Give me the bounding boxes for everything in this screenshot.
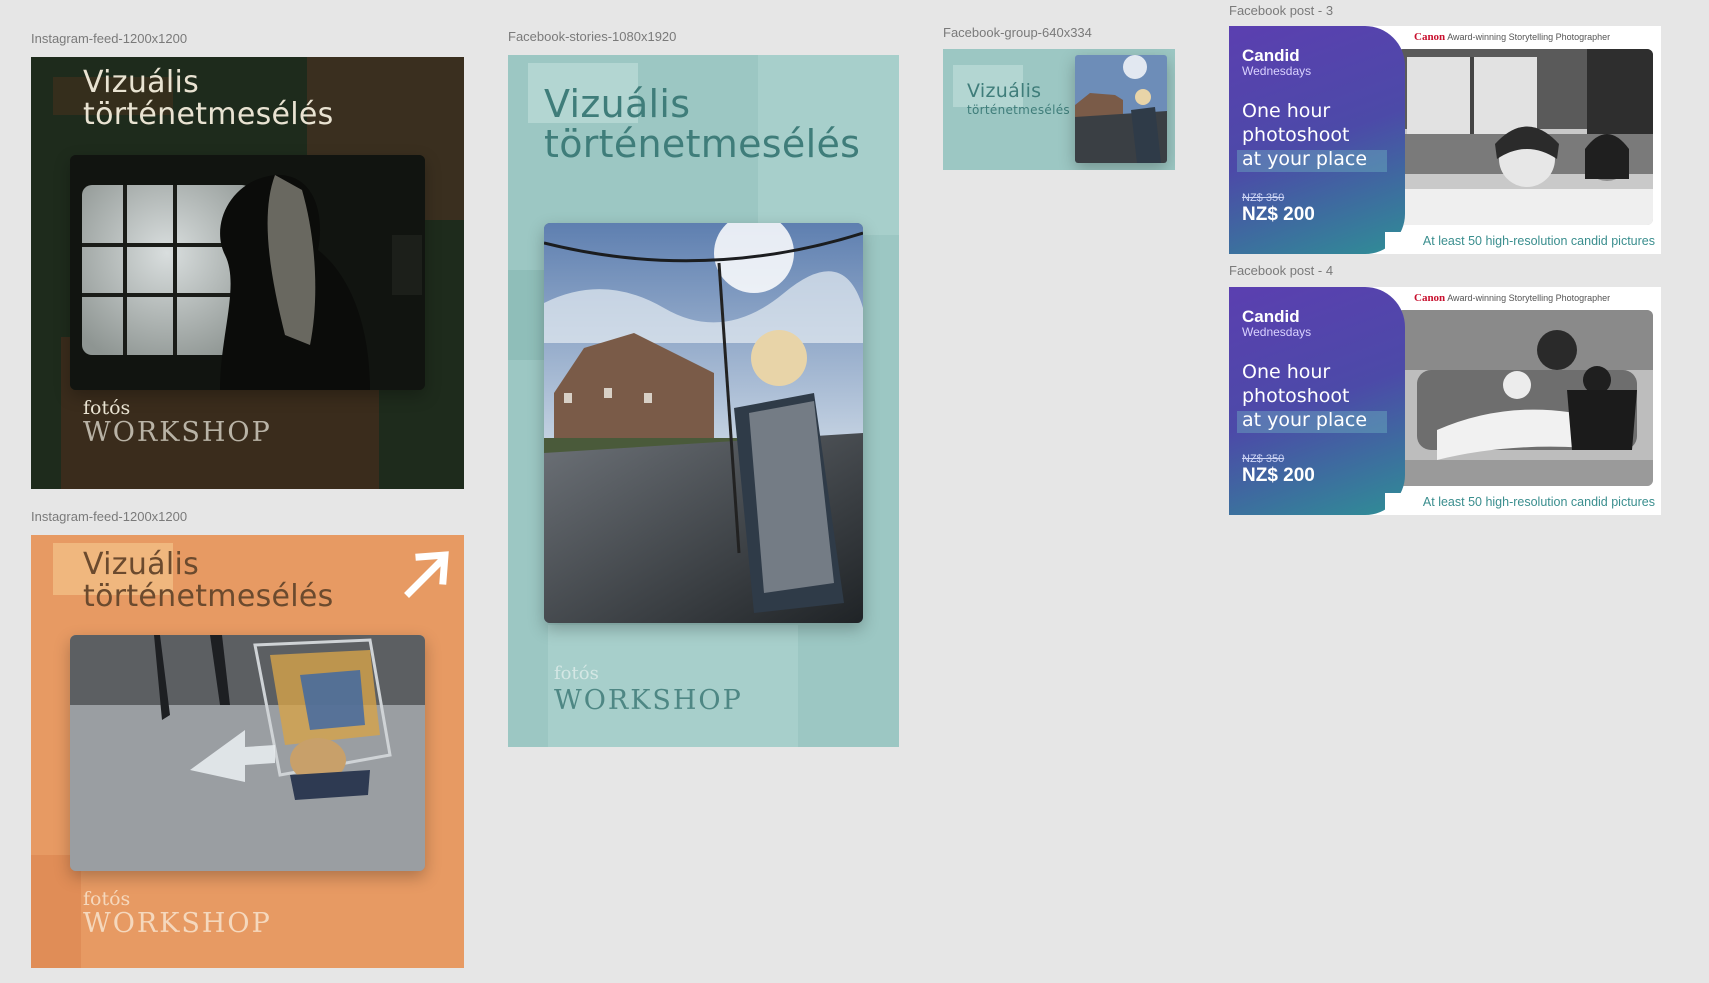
frame-title: Vizuális történetmesélés [967, 80, 1070, 117]
frame-label-instagram-feed-2[interactable]: Instagram-feed-1200x1200 [31, 509, 187, 524]
ad-headline-line-1: One hour [1242, 100, 1331, 122]
frame-title: Vizuális történetmesélés [544, 82, 861, 166]
photo-child-under-cart [70, 635, 425, 871]
photo-silhouette-window [70, 155, 425, 390]
ad-name: Candid [1242, 307, 1300, 326]
frame-label-facebook-stories[interactable]: Facebook-stories-1080x1920 [508, 29, 676, 44]
photo-child-trampoline [544, 223, 863, 623]
frame-label-facebook-post-4[interactable]: Facebook post - 4 [1229, 263, 1333, 278]
frame-title: Vizuális történetmesélés [83, 547, 334, 614]
ad-footer: At least 50 high-resolution candid pictu… [1385, 493, 1655, 511]
new-price: NZ$ 200 [1242, 204, 1315, 225]
facebook-group-frame[interactable]: Vizuális történetmesélés [943, 49, 1175, 170]
instagram-feed-frame-dark[interactable]: Vizuális történetmesélés fotós WORKSHOP [31, 57, 464, 489]
ad-name: Candid [1242, 46, 1300, 65]
photo-family-on-sofa [1397, 310, 1653, 486]
ad-day: Wednesdays [1242, 325, 1312, 339]
brand-line: Canon Award-winning Storytelling Photogr… [1414, 31, 1611, 43]
decor-block [31, 855, 81, 968]
photo-girl-by-window [1397, 49, 1653, 225]
frame-label-facebook-post-3[interactable]: Facebook post - 3 [1229, 3, 1333, 18]
ad-headline-line-1: One hour [1242, 361, 1331, 383]
brand-workshop-text: WORKSHOP [83, 908, 272, 939]
frame-label-instagram-feed-1[interactable]: Instagram-feed-1200x1200 [31, 31, 187, 46]
photo-trampoline-thumbnail [1075, 55, 1167, 163]
ad-headline-line-2: photoshoot [1242, 385, 1350, 407]
arrow-up-right-icon [404, 551, 449, 598]
frame-label-facebook-group[interactable]: Facebook-group-640x334 [943, 25, 1092, 40]
brand-foto-text: fotós [83, 397, 131, 419]
old-price: NZ$ 350 [1242, 453, 1285, 465]
ad-day: Wednesdays [1242, 64, 1312, 78]
facebook-post-3-frame[interactable]: Canon Award-winning Storytelling Photogr… [1229, 26, 1661, 254]
ad-headline-line-3: at your place [1242, 148, 1368, 170]
facebook-post-4-frame[interactable]: Canon Award-winning Storytelling Photogr… [1229, 287, 1661, 515]
brand-workshop-text: WORKSHOP [83, 417, 272, 448]
frame-title: Vizuális történetmesélés [83, 65, 334, 132]
ad-headline-line-3: at your place [1242, 409, 1368, 431]
instagram-feed-frame-orange[interactable]: Vizuális történetmesélés fotós WORKSHOP [31, 535, 464, 968]
brand-workshop-text: WORKSHOP [554, 685, 743, 716]
ad-footer: At least 50 high-resolution candid pictu… [1385, 232, 1655, 250]
new-price: NZ$ 200 [1242, 465, 1315, 486]
brand-foto-text: fotós [554, 663, 599, 684]
brand-line: Canon Award-winning Storytelling Photogr… [1414, 292, 1611, 304]
brand-foto-text: fotós [83, 888, 131, 910]
decor-block [508, 270, 548, 360]
ad-headline-line-2: photoshoot [1242, 124, 1350, 146]
facebook-stories-frame[interactable]: Vizuális történetmesélés fotós WORKSHOP [508, 55, 899, 747]
old-price: NZ$ 350 [1242, 192, 1285, 204]
